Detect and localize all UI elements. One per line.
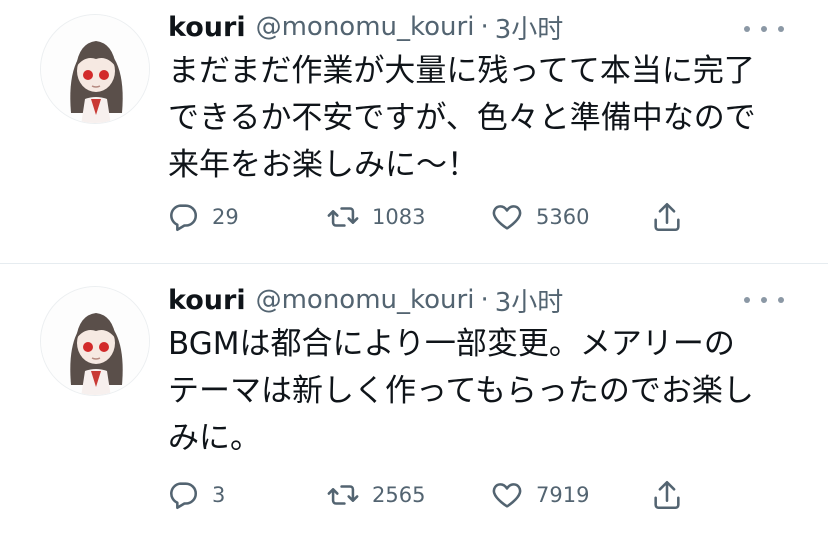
retweet-icon xyxy=(327,207,359,227)
reply-count: 29 xyxy=(212,205,239,229)
avatar-illustration xyxy=(41,287,149,395)
like-count: 5360 xyxy=(536,205,590,229)
timestamp[interactable]: 3小时 xyxy=(495,9,564,46)
author-handle[interactable]: @monomu_kouri xyxy=(256,12,475,42)
tweet-text: まだまだ作業が大量に残ってて本当に完了 できるか不安ですが、色々と準備中なので … xyxy=(168,53,756,183)
tweet[interactable]: kouri @monomu_kouri · 3小时 まだまだ作業が大量に残ってて… xyxy=(0,0,828,264)
reply-icon xyxy=(170,204,198,232)
reply-count: 3 xyxy=(212,483,226,507)
share-icon xyxy=(654,202,680,232)
retweet-count: 1083 xyxy=(372,205,426,229)
like-count: 7919 xyxy=(536,483,590,507)
action-bar: 29 1083 5360 xyxy=(166,197,696,237)
avatar[interactable] xyxy=(40,286,150,396)
separator-dot: · xyxy=(480,285,489,315)
tweet-header: kouri @monomu_kouri · 3小时 xyxy=(168,9,564,46)
like-icon xyxy=(492,205,522,230)
more-icon[interactable] xyxy=(744,293,784,307)
retweet-button[interactable]: 1083 xyxy=(326,197,425,237)
retweet-button[interactable]: 2565 xyxy=(326,475,425,515)
reply-button[interactable]: 29 xyxy=(166,197,239,237)
tweet[interactable]: kouri @monomu_kouri · 3小时 BGMは都合により一部変更。… xyxy=(0,265,828,533)
tweet-header: kouri @monomu_kouri · 3小时 xyxy=(168,282,564,319)
reply-button[interactable]: 3 xyxy=(166,475,225,515)
author-handle[interactable]: @monomu_kouri xyxy=(256,285,475,315)
tweet-divider xyxy=(0,263,828,264)
tweet-text: BGMは都合により一部変更。メアリーの テーマは新しく作ってもらったのでお楽し … xyxy=(168,326,754,456)
share-button[interactable] xyxy=(650,197,684,237)
more-icon[interactable] xyxy=(744,22,784,36)
timestamp[interactable]: 3小时 xyxy=(495,282,564,319)
avatar[interactable] xyxy=(40,14,150,124)
like-button[interactable]: 7919 xyxy=(490,475,589,515)
separator-dot: · xyxy=(480,12,489,42)
share-button[interactable] xyxy=(650,475,684,515)
author-name[interactable]: kouri xyxy=(168,285,246,316)
share-icon xyxy=(654,480,680,510)
avatar-illustration xyxy=(41,15,149,123)
retweet-count: 2565 xyxy=(372,483,426,507)
like-button[interactable]: 5360 xyxy=(490,197,589,237)
retweet-icon xyxy=(327,485,359,505)
like-icon xyxy=(492,483,522,508)
action-bar: 3 2565 7919 xyxy=(166,475,696,515)
author-name[interactable]: kouri xyxy=(168,12,246,43)
reply-icon xyxy=(170,482,198,510)
